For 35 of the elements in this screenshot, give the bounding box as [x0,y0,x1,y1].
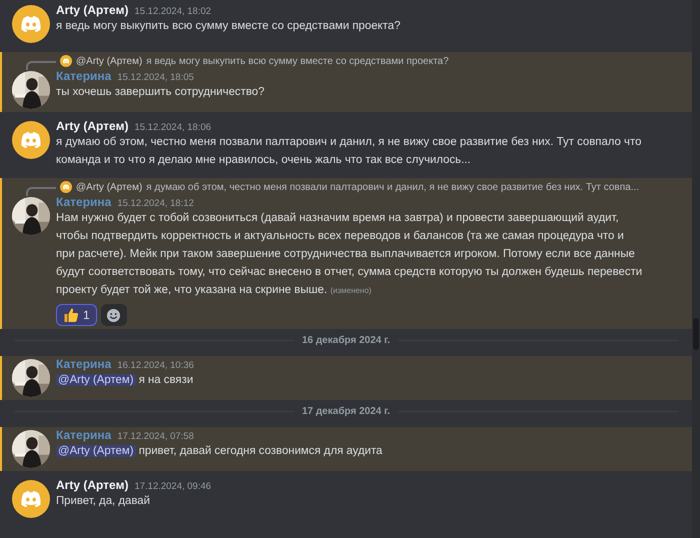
message-text: я на связи [138,374,194,386]
reply-text[interactable]: я ведь могу выкупить всю сумму вместе со средствами проекта? [146,56,449,66]
reply-connector [26,186,56,196]
user-mention[interactable]: @Arty (Артем) [56,374,136,386]
thumbs-up-icon [63,307,79,323]
timestamp: 17.12.2024, 09:46 [134,481,212,492]
reply-text[interactable]: я думаю об этом, честно меня позвали палтарович и данил, я не вижу свое развитие без них. Тут совпа... [146,182,640,192]
user-mention[interactable]: @Arty (Артем) [56,445,136,457]
message-text: ты хочешь завершить сотрудничество? [56,86,264,98]
message-text: я ведь могу выкупить всю сумму вместе со средствами проекта? [56,20,400,32]
add-reaction-button[interactable] [100,304,127,326]
timestamp: 15.12.2024, 18:02 [134,6,212,17]
message-text: я думаю об этом, честно меня позвали палтарович и данил, я не вижу свое развитие без них. Тут совпало что команда и то что я делаю мне нравилось, очень жаль что так все случилось... [56,136,642,166]
author-name[interactable]: Arty (Артем) [56,119,128,133]
message-text: привет, давай сегодня созвонимся для аудита [138,445,382,457]
author-name[interactable]: Arty (Артем) [56,3,128,17]
avatar-icon [60,181,72,193]
date-divider: 17 декабря 2024 г. [302,406,390,417]
reply-connector [26,60,56,70]
author-name[interactable]: Arty (Артем) [56,478,128,492]
scrollbar[interactable] [692,0,700,538]
timestamp: 16.12.2024, 10:36 [117,360,194,371]
timestamp: 15.12.2024, 18:05 [117,72,194,83]
date-divider: 16 декабря 2024 г. [302,335,390,346]
timestamp: 15.12.2024, 18:06 [134,122,212,133]
scrollbar-thumb[interactable] [693,318,699,350]
reaction-button[interactable]: 1 [56,304,97,326]
timestamp: 15.12.2024, 18:12 [117,198,194,209]
timestamp: 17.12.2024, 07:58 [117,431,194,442]
avatar-icon [60,55,72,67]
message-text: Нам нужно будет с тобой созвониться (давай назначим время на завтра) и провести завершающий аудит, чтобы подтвердить корректность и актуальность всех переводов и балансов (та же самая процедура что и при расчете). Мейк при таком завершение сотрудничества выплачивается игроком. Потому если все данные будут соответствовать тому, что сейчас внесено в отчет, сумма средств которую ты должен будешь перевести проекту будет той же, что указана на скрине выше. (изменено) [56,212,642,296]
smiley-icon [106,308,122,322]
message-text: Привет, да, давай [56,495,150,507]
reply-author[interactable]: @Arty (Артем) [76,182,142,192]
reply-author[interactable]: @Arty (Артем) [76,56,142,66]
